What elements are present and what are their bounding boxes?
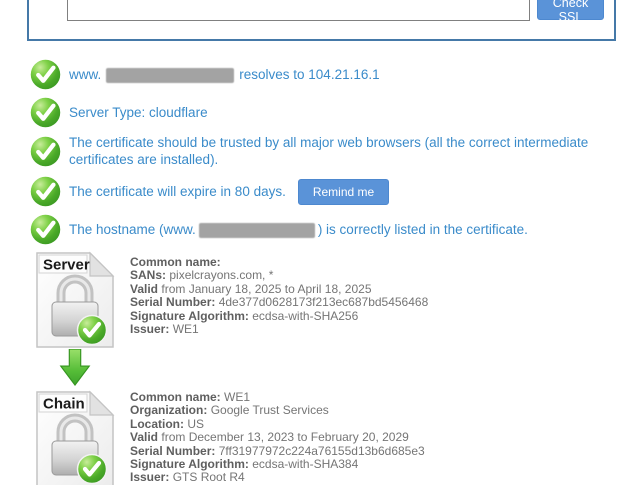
result-text: The certificate will expire in 80 days. [69,183,286,200]
field-label: Valid [130,430,158,444]
remind-me-button[interactable]: Remind me [298,179,389,205]
field-value: GTS Root R4 [173,470,245,484]
domain-input[interactable] [67,0,530,21]
cert-field: Organization: Google Trust Services [130,404,425,417]
ssl-checker-page: Check SSL www. resolves to 104.21.16.1 Se… [0,0,637,485]
cert-label: Chain [43,396,85,413]
check-form-panel: Check SSL [27,0,616,41]
field-value: pixelcrayons.com, * [169,268,273,282]
field-label: Serial Number: [130,444,215,458]
field-label: Issuer: [130,470,169,484]
chain-certificate-icon: Chain [32,389,118,485]
chain-certificate-details: Common name: WE1 Organization: Google Tr… [130,391,425,485]
chain-arrow-down-icon [57,349,93,387]
result-text-after: resolves to 104.21.16.1 [239,67,379,82]
field-label: Serial Number: [130,295,215,309]
result-text-before: The hostname (www. [69,222,196,237]
field-value: 7ff31977972c224a76155d13b6d685e3 [219,444,425,458]
result-row-expiry: The certificate will expire in 80 days. … [30,176,389,207]
field-value: ecdsa-with-SHA256 [252,309,358,323]
result-text-before: www. [69,67,101,82]
result-text: The hostname (www. ) is correctly listed … [69,221,528,238]
check-ssl-button[interactable]: Check SSL [537,0,604,20]
success-check-icon [30,214,61,245]
field-value: ecdsa-with-SHA384 [252,457,358,471]
cert-field: Location: US [130,418,425,431]
field-label: SANs: [130,268,166,282]
cert-field: Common name: WE1 [130,391,425,404]
cert-field: Issuer: GTS Root R4 [130,471,425,484]
cert-field: Serial Number: 4de377d0628173f213ec687bd… [130,296,428,309]
cert-field: Valid from January 18, 2025 to April 18,… [130,283,428,296]
field-label: Location: [130,417,184,431]
cert-field: Issuer: WE1 [130,323,428,336]
cert-field: Serial Number: 7ff31977972c224a76155d13b… [130,445,425,458]
field-value: Google Trust Services [211,403,329,417]
cert-field: SANs: pixelcrayons.com, * [130,269,428,282]
success-check-icon [30,59,61,90]
redacted-domain-block [199,223,315,238]
result-text-after: ) is correctly listed in the certificate… [318,222,528,237]
field-label: Common name: [130,390,221,404]
cert-field: Common name: [130,256,428,269]
success-check-icon [30,136,61,167]
result-text: Server Type: cloudflare [69,104,208,121]
cert-label: Server [43,257,90,274]
field-value: WE1 [224,390,250,404]
field-label: Signature Algorithm: [130,309,249,323]
redacted-domain-block [106,68,234,83]
field-value: 4de377d0628173f213ec687bd5456468 [219,295,429,309]
field-value: US [187,417,204,431]
cert-field: Valid from December 13, 2023 to February… [130,431,425,444]
result-text: The certificate should be trusted by all… [69,134,614,168]
result-row-hostname: The hostname (www. ) is correctly listed … [30,214,528,245]
server-certificate-details: Common name: SANs: pixelcrayons.com, * V… [130,256,428,336]
field-value: from January 18, 2025 to April 18, 2025 [161,282,371,296]
result-text: www. resolves to 104.21.16.1 [69,66,380,83]
field-value: WE1 [173,322,199,336]
cert-field: Signature Algorithm: ecdsa-with-SHA256 [130,310,428,323]
field-label: Organization: [130,403,207,417]
field-label: Issuer: [130,322,169,336]
result-row-server-type: Server Type: cloudflare [30,97,208,128]
result-row-resolves: www. resolves to 104.21.16.1 [30,59,380,90]
field-value: from December 13, 2023 to February 20, 2… [161,430,408,444]
field-label: Common name: [130,255,221,269]
field-label: Signature Algorithm: [130,457,249,471]
success-check-icon [30,176,61,207]
server-certificate-icon: Server [32,250,118,350]
field-label: Valid [130,282,158,296]
result-row-trusted: The certificate should be trusted by all… [30,134,614,168]
success-check-icon [30,97,61,128]
cert-field: Signature Algorithm: ecdsa-with-SHA384 [130,458,425,471]
